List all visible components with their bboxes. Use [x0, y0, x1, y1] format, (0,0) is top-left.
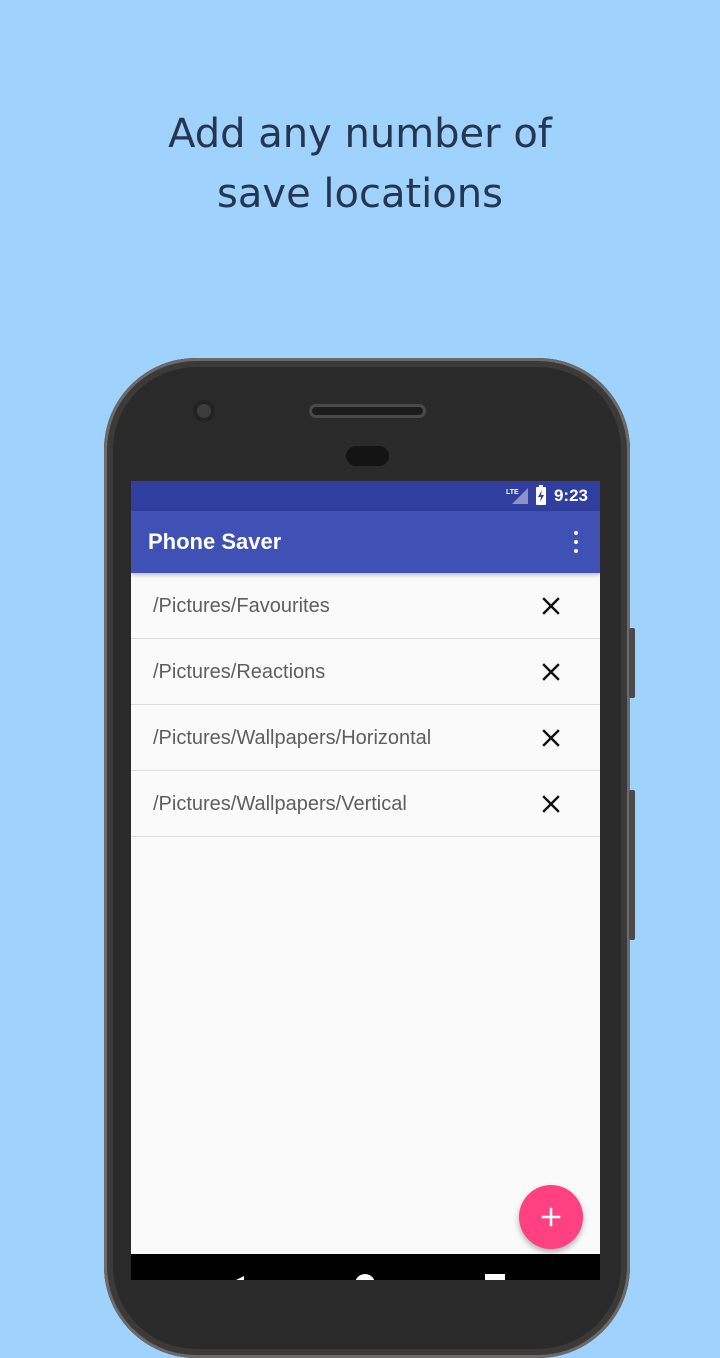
promo-headline: Add any number of save locations [0, 104, 720, 224]
add-location-button[interactable] [519, 1185, 583, 1249]
location-path: /Pictures/Reactions [153, 661, 326, 683]
network-type-label: LTE [506, 489, 519, 496]
plus-icon [541, 1207, 561, 1227]
more-vert-icon[interactable] [566, 531, 586, 553]
list-item[interactable]: /Pictures/Wallpapers/Horizontal [131, 705, 600, 771]
app-toolbar: Phone Saver [131, 511, 600, 573]
close-icon[interactable] [535, 590, 567, 622]
status-bar: LTE 9:23 [131, 481, 600, 511]
system-nav-bar [131, 1254, 600, 1280]
promo-headline-line-1: Add any number of [168, 111, 552, 157]
close-icon[interactable] [535, 788, 567, 820]
location-path: /Pictures/Favourites [153, 595, 330, 617]
list-item[interactable]: /Pictures/Wallpapers/Vertical [131, 771, 600, 837]
location-path: /Pictures/Wallpapers/Horizontal [153, 727, 432, 749]
location-path: /Pictures/Wallpapers/Vertical [153, 793, 407, 815]
list-item[interactable]: /Pictures/Reactions [131, 639, 600, 705]
list-item[interactable]: /Pictures/Favourites [131, 573, 600, 639]
recents-icon[interactable] [485, 1274, 505, 1280]
home-icon[interactable] [355, 1274, 375, 1280]
close-icon[interactable] [535, 722, 567, 754]
back-icon[interactable] [228, 1276, 244, 1280]
app-title: Phone Saver [148, 529, 282, 554]
save-locations-list: /Pictures/Favourites /Pictures/Reactions… [131, 573, 600, 837]
status-time: 9:23 [553, 486, 588, 505]
phone-screen: LTE 9:23 Phone Saver /Pictures/Favourite… [131, 481, 600, 1280]
proximity-sensor [346, 446, 389, 466]
front-camera [193, 400, 215, 422]
phone-volume-button [629, 790, 635, 940]
phone-power-button [629, 628, 635, 698]
battery-charging-icon [535, 485, 546, 505]
promo-headline-line-2: save locations [217, 171, 503, 217]
earpiece-speaker [309, 404, 426, 418]
lte-signal-icon: LTE [506, 488, 528, 504]
close-icon[interactable] [535, 656, 567, 688]
